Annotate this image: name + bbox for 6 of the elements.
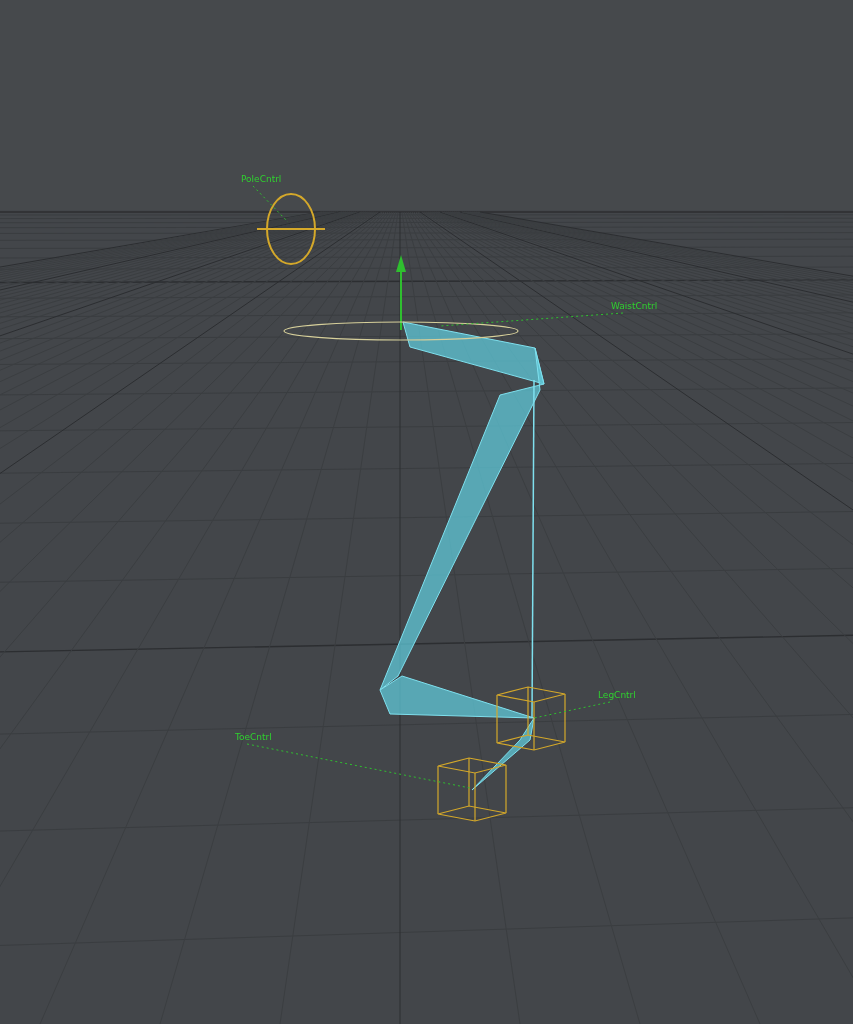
locator-label: WaistCntrl xyxy=(611,301,658,311)
locator-label: PoleCntrl xyxy=(241,174,282,184)
leader-line xyxy=(252,185,289,223)
locator-label: ToeCntrl xyxy=(235,732,272,742)
3d-viewport[interactable]: PoleCntrl WaistCntrl LegCntrl ToeCntrl xyxy=(0,0,853,1024)
locator-label: LegCntrl xyxy=(598,690,636,700)
